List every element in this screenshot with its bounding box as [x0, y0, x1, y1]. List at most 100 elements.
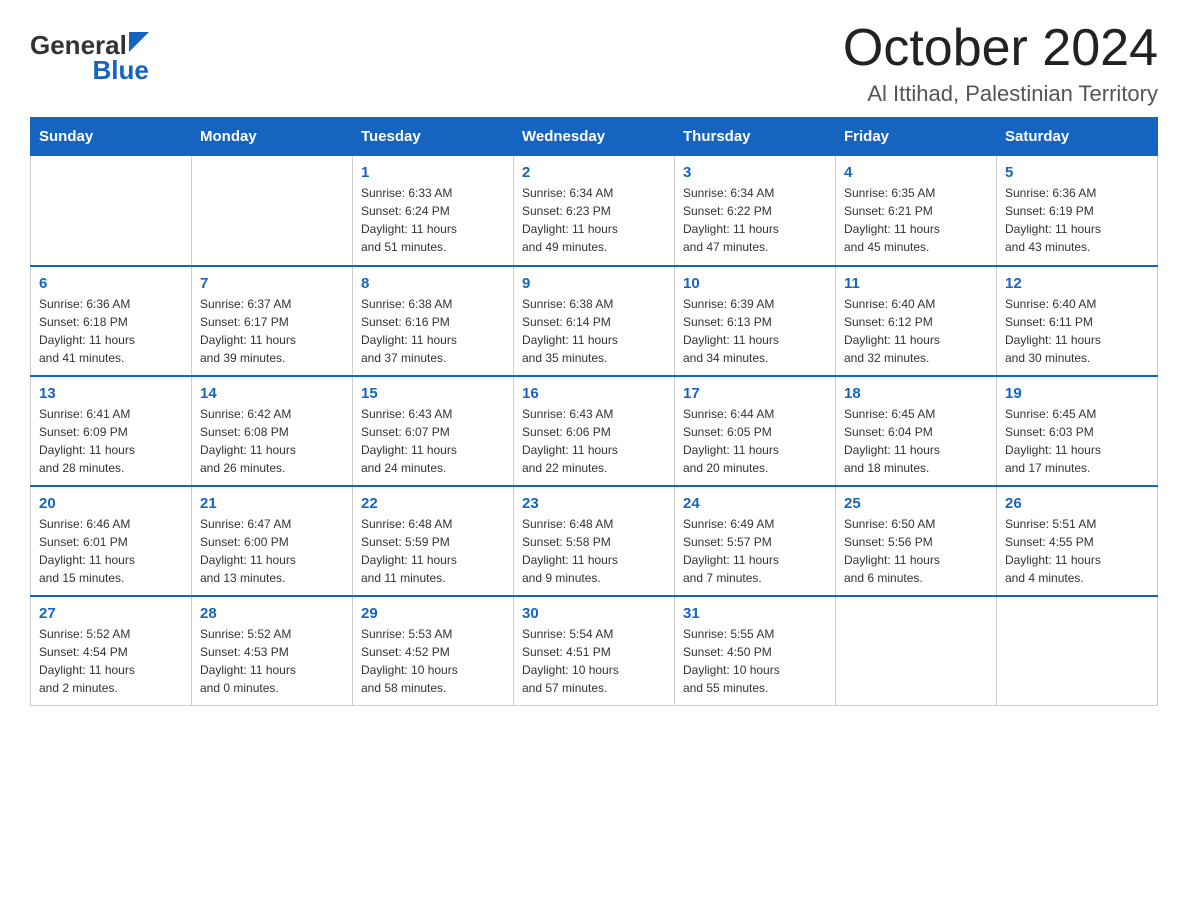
day-number: 10: [683, 275, 827, 292]
calendar-cell: 15 Sunrise: 6:43 AMSunset: 6:07 PMDayligh…: [353, 376, 514, 486]
day-info: Sunrise: 6:40 AMSunset: 6:11 PMDaylight:…: [1005, 295, 1149, 367]
calendar-cell: 5Sunrise: 6:36 AMSunset: 6:19 PMDaylight…: [997, 156, 1158, 266]
calendar-cell: 30 Sunrise: 5:54 AMSunset: 4:51 PMDayligh…: [514, 596, 675, 706]
calendar-cell: 26 Sunrise: 5:51 AMSunset: 4:55 PMDayligh…: [997, 486, 1158, 596]
day-info: Sunrise: 6:43 AMSunset: 6:07 PMDaylight:…: [361, 405, 505, 477]
calendar-cell: 20Sunrise: 6:46 AMSunset: 6:01 PMDayligh…: [31, 486, 192, 596]
calendar-cell: 18 Sunrise: 6:45 AMSunset: 6:04 PMDayligh…: [836, 376, 997, 486]
col-header-saturday: Saturday: [997, 118, 1158, 156]
subtitle: Al Ittihad, Palestinian Territory: [843, 81, 1158, 107]
calendar-cell: 29 Sunrise: 5:53 AMSunset: 4:52 PMDayligh…: [353, 596, 514, 706]
week-row-2: 6 Sunrise: 6:36 AMSunset: 6:18 PMDaylight…: [31, 266, 1158, 376]
day-info: Sunrise: 6:44 AMSunset: 6:05 PMDaylight:…: [683, 405, 827, 477]
day-info: Sunrise: 6:36 AMSunset: 6:18 PMDaylight:…: [39, 295, 183, 367]
day-number: 9: [522, 275, 666, 292]
calendar-table: SundayMondayTuesdayWednesdayThursdayFrid…: [30, 117, 1158, 706]
day-number: 6: [39, 275, 183, 292]
day-number: 25: [844, 495, 988, 512]
calendar-cell: 6 Sunrise: 6:36 AMSunset: 6:18 PMDaylight…: [31, 266, 192, 376]
day-info: Sunrise: 5:54 AMSunset: 4:51 PMDaylight:…: [522, 625, 666, 697]
calendar-cell: 7Sunrise: 6:37 AMSunset: 6:17 PMDaylight…: [192, 266, 353, 376]
day-number: 21: [200, 495, 344, 512]
calendar-cell: 21 Sunrise: 6:47 AMSunset: 6:00 PMDayligh…: [192, 486, 353, 596]
col-header-sunday: Sunday: [31, 118, 192, 156]
week-row-3: 13Sunrise: 6:41 AMSunset: 6:09 PMDayligh…: [31, 376, 1158, 486]
day-info: Sunrise: 6:35 AMSunset: 6:21 PMDaylight:…: [844, 184, 988, 256]
calendar-cell: 11 Sunrise: 6:40 AMSunset: 6:12 PMDayligh…: [836, 266, 997, 376]
calendar-cell: [31, 156, 192, 266]
day-number: 14: [200, 385, 344, 402]
day-number: 22: [361, 495, 505, 512]
calendar-cell: 3 Sunrise: 6:34 AMSunset: 6:22 PMDaylight…: [675, 156, 836, 266]
logo: General Blue: [30, 30, 153, 86]
day-number: 31: [683, 605, 827, 622]
day-info: Sunrise: 5:52 AMSunset: 4:53 PMDaylight:…: [200, 625, 344, 697]
calendar-cell: 10 Sunrise: 6:39 AMSunset: 6:13 PMDayligh…: [675, 266, 836, 376]
day-info: Sunrise: 6:39 AMSunset: 6:13 PMDaylight:…: [683, 295, 827, 367]
logo-text-blue: Blue: [92, 55, 148, 86]
calendar-cell: 25 Sunrise: 6:50 AMSunset: 5:56 PMDayligh…: [836, 486, 997, 596]
calendar-cell: 13Sunrise: 6:41 AMSunset: 6:09 PMDayligh…: [31, 376, 192, 486]
day-number: 18: [844, 385, 988, 402]
day-number: 16: [522, 385, 666, 402]
day-number: 15: [361, 385, 505, 402]
day-info: Sunrise: 6:37 AMSunset: 6:17 PMDaylight:…: [200, 295, 344, 367]
day-info: Sunrise: 6:48 AMSunset: 5:59 PMDaylight:…: [361, 515, 505, 587]
day-number: 29: [361, 605, 505, 622]
day-number: 30: [522, 605, 666, 622]
day-number: 2: [522, 164, 666, 181]
day-info: Sunrise: 6:36 AMSunset: 6:19 PMDaylight:…: [1005, 184, 1149, 256]
day-info: Sunrise: 6:45 AMSunset: 6:04 PMDaylight:…: [844, 405, 988, 477]
calendar-cell: 1Sunrise: 6:33 AMSunset: 6:24 PMDaylight…: [353, 156, 514, 266]
day-number: 4: [844, 164, 988, 181]
day-info: Sunrise: 6:50 AMSunset: 5:56 PMDaylight:…: [844, 515, 988, 587]
day-number: 3: [683, 164, 827, 181]
title-block: October 2024 Al Ittihad, Palestinian Ter…: [843, 20, 1158, 107]
month-title: October 2024: [843, 20, 1158, 77]
week-row-5: 27 Sunrise: 5:52 AMSunset: 4:54 PMDayligh…: [31, 596, 1158, 706]
day-number: 19: [1005, 385, 1149, 402]
col-header-tuesday: Tuesday: [353, 118, 514, 156]
day-number: 24: [683, 495, 827, 512]
page-header: General Blue October 2024 Al Ittihad, Pa…: [30, 20, 1158, 107]
day-info: Sunrise: 6:47 AMSunset: 6:00 PMDaylight:…: [200, 515, 344, 587]
day-number: 26: [1005, 495, 1149, 512]
day-info: Sunrise: 6:34 AMSunset: 6:22 PMDaylight:…: [683, 184, 827, 256]
day-info: Sunrise: 6:33 AMSunset: 6:24 PMDaylight:…: [361, 184, 505, 256]
calendar-cell: 19 Sunrise: 6:45 AMSunset: 6:03 PMDayligh…: [997, 376, 1158, 486]
day-info: Sunrise: 5:51 AMSunset: 4:55 PMDaylight:…: [1005, 515, 1149, 587]
calendar-cell: 14Sunrise: 6:42 AMSunset: 6:08 PMDayligh…: [192, 376, 353, 486]
day-number: 11: [844, 275, 988, 292]
day-number: 13: [39, 385, 183, 402]
logo-icon: General Blue: [30, 30, 149, 86]
calendar-cell: 27 Sunrise: 5:52 AMSunset: 4:54 PMDayligh…: [31, 596, 192, 706]
week-row-1: 1Sunrise: 6:33 AMSunset: 6:24 PMDaylight…: [31, 156, 1158, 266]
calendar-cell: 24Sunrise: 6:49 AMSunset: 5:57 PMDayligh…: [675, 486, 836, 596]
day-info: Sunrise: 6:48 AMSunset: 5:58 PMDaylight:…: [522, 515, 666, 587]
calendar-cell: [192, 156, 353, 266]
calendar-cell: 17 Sunrise: 6:44 AMSunset: 6:05 PMDayligh…: [675, 376, 836, 486]
header-row: SundayMondayTuesdayWednesdayThursdayFrid…: [31, 118, 1158, 156]
calendar-cell: [997, 596, 1158, 706]
day-info: Sunrise: 6:40 AMSunset: 6:12 PMDaylight:…: [844, 295, 988, 367]
day-number: 8: [361, 275, 505, 292]
day-info: Sunrise: 6:45 AMSunset: 6:03 PMDaylight:…: [1005, 405, 1149, 477]
calendar-cell: 16Sunrise: 6:43 AMSunset: 6:06 PMDayligh…: [514, 376, 675, 486]
day-info: Sunrise: 6:46 AMSunset: 6:01 PMDaylight:…: [39, 515, 183, 587]
day-info: Sunrise: 6:34 AMSunset: 6:23 PMDaylight:…: [522, 184, 666, 256]
day-info: Sunrise: 6:38 AMSunset: 6:16 PMDaylight:…: [361, 295, 505, 367]
day-info: Sunrise: 6:38 AMSunset: 6:14 PMDaylight:…: [522, 295, 666, 367]
calendar-cell: 2 Sunrise: 6:34 AMSunset: 6:23 PMDaylight…: [514, 156, 675, 266]
logo-triangle-icon: [129, 32, 149, 52]
calendar-cell: 9 Sunrise: 6:38 AMSunset: 6:14 PMDaylight…: [514, 266, 675, 376]
day-info: Sunrise: 5:53 AMSunset: 4:52 PMDaylight:…: [361, 625, 505, 697]
calendar-cell: 28 Sunrise: 5:52 AMSunset: 4:53 PMDayligh…: [192, 596, 353, 706]
day-number: 27: [39, 605, 183, 622]
day-info: Sunrise: 5:52 AMSunset: 4:54 PMDaylight:…: [39, 625, 183, 697]
day-number: 17: [683, 385, 827, 402]
col-header-wednesday: Wednesday: [514, 118, 675, 156]
calendar-cell: [836, 596, 997, 706]
day-number: 28: [200, 605, 344, 622]
col-header-monday: Monday: [192, 118, 353, 156]
calendar-cell: 22 Sunrise: 6:48 AMSunset: 5:59 PMDayligh…: [353, 486, 514, 596]
